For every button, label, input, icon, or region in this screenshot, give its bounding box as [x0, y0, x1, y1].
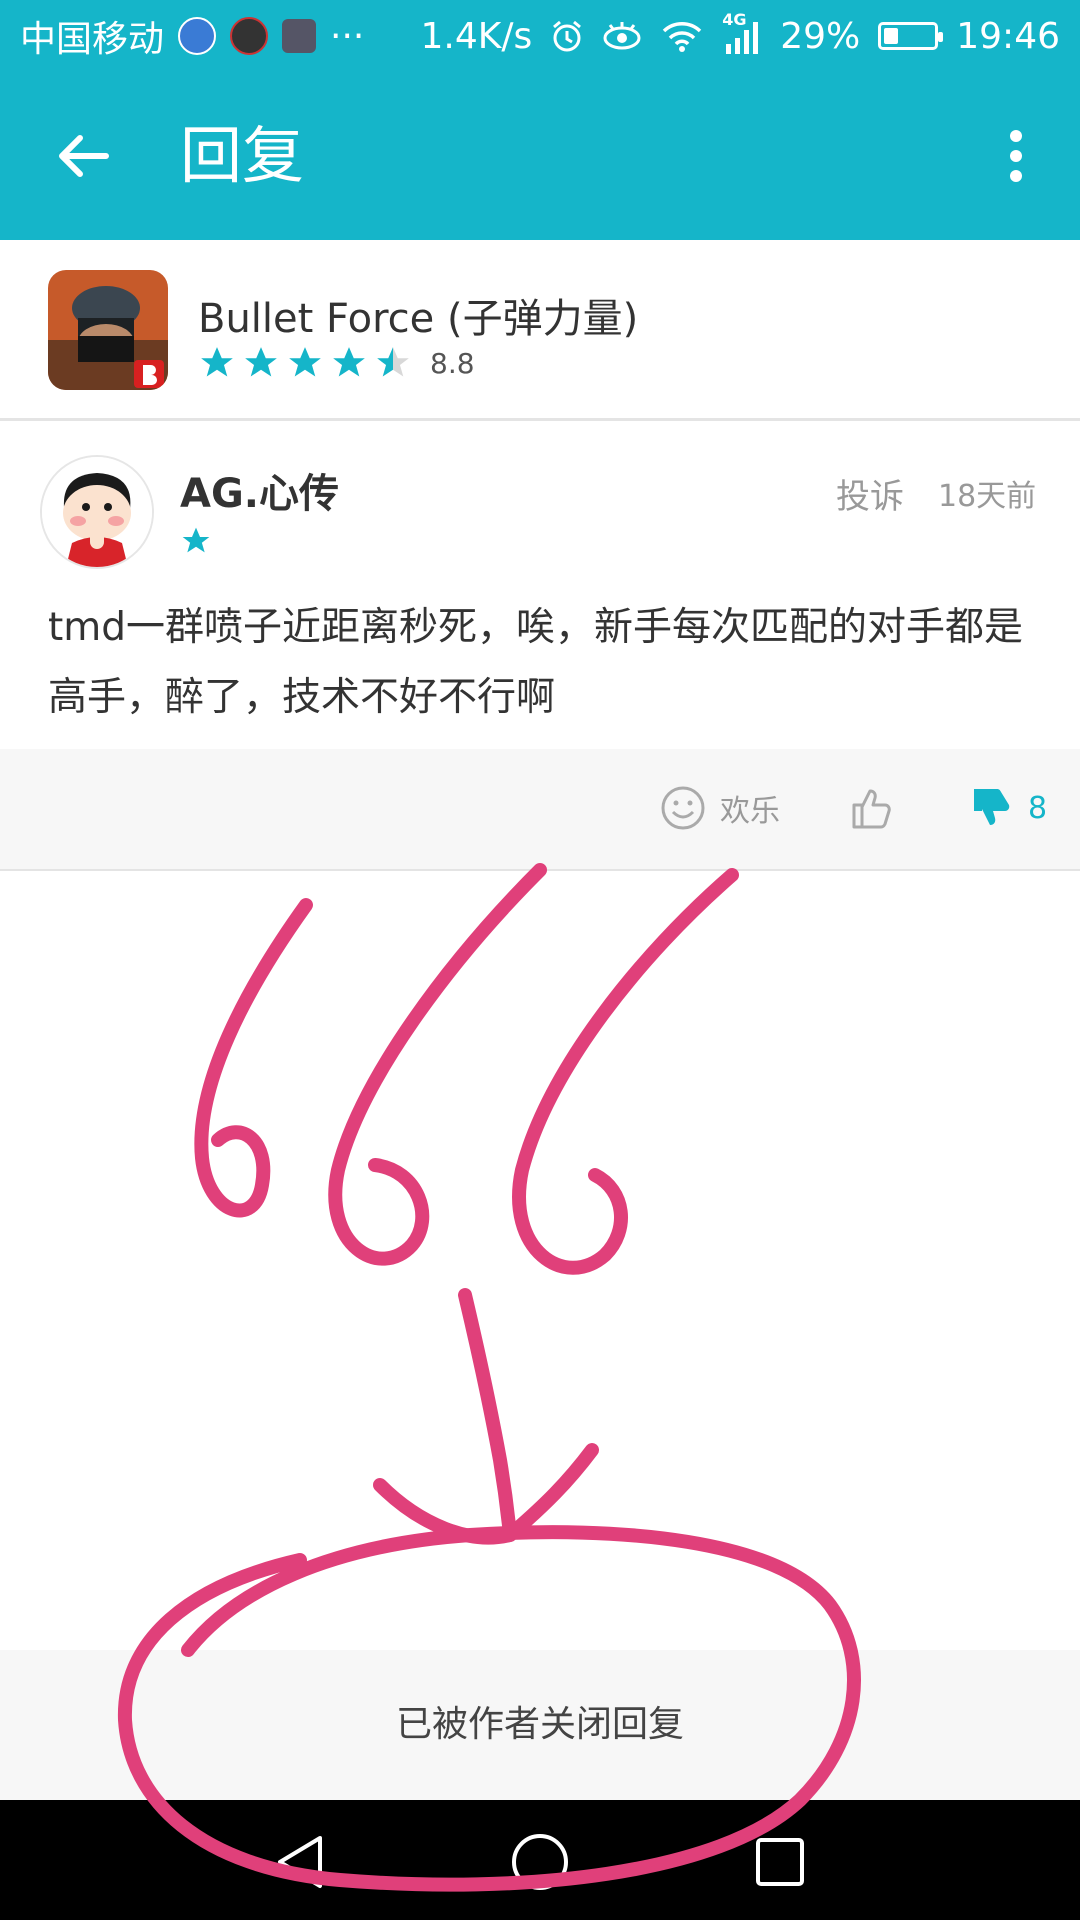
game-notification-icon	[230, 17, 269, 55]
nav-home-icon	[512, 1834, 568, 1890]
nav-recent-button[interactable]	[748, 1830, 812, 1894]
scribble-six-3	[512, 868, 739, 1275]
eye-icon	[603, 22, 641, 50]
thumbs-up-icon	[852, 789, 891, 829]
status-bar: 中国移动 ··· 1.4K/s 4G 29% 19:46	[0, 0, 1080, 72]
dislike-button[interactable]: 8	[968, 785, 1047, 831]
app-notification-icon	[282, 19, 317, 53]
like-button[interactable]	[848, 785, 894, 831]
happy-button[interactable]: 欢乐	[660, 785, 780, 831]
star-icon	[333, 347, 365, 377]
happy-label: 欢乐	[720, 794, 780, 829]
network-speed: 1.4K/s	[420, 15, 533, 57]
more-notifications-icon: ···	[330, 15, 365, 57]
nav-back-button[interactable]	[270, 1830, 334, 1894]
signal-group: 4G	[722, 10, 762, 56]
dislike-count: 8	[1028, 790, 1048, 826]
back-button[interactable]	[44, 116, 124, 196]
alarm-icon	[553, 20, 582, 52]
more-vert-icon	[1010, 130, 1022, 182]
app-card[interactable]: Bullet Force (子弹力量) 8.8	[0, 240, 1080, 421]
clock: 19:46	[956, 15, 1060, 57]
app-rating-value: 8.8	[430, 346, 475, 380]
half-star-icon	[377, 347, 409, 377]
page-title: 回复	[180, 119, 305, 192]
thumbs-down-icon	[974, 789, 1010, 825]
report-link[interactable]: 投诉	[836, 469, 904, 518]
signal-icon	[726, 22, 759, 54]
replies-closed-notice: 已被作者关闭回复	[0, 1650, 1080, 1800]
nav-recent-icon	[756, 1838, 804, 1886]
system-nav-bar	[0, 1800, 1080, 1920]
review-time: 18天前	[938, 479, 1037, 514]
battery-percent: 29%	[780, 15, 861, 57]
review-card: AG.心传 投诉 18天前 tmd一群喷子近距离秒死，唉，新手每次匹配的对手都是…	[0, 421, 1080, 749]
status-left: 中国移动 ···	[20, 0, 364, 72]
review-text: tmd一群喷子近距离秒死，唉，新手每次匹配的对手都是高手，醉了，技术不好不行啊	[48, 605, 1024, 720]
review-actions: 欢乐 8	[0, 749, 1080, 871]
nav-home-button[interactable]	[508, 1830, 572, 1894]
scribble-six-2	[328, 863, 547, 1266]
app-rating-stars: 8.8	[198, 344, 475, 382]
wifi-icon	[663, 22, 702, 52]
status-right: 1.4K/s 4G 29% 19:46	[420, 0, 1060, 72]
back-arrow-icon	[59, 135, 109, 177]
app-name: Bullet Force (子弹力量)	[198, 296, 639, 342]
app-icon	[48, 270, 168, 390]
scribble-six-1	[194, 898, 313, 1218]
more-options-button[interactable]	[988, 116, 1044, 196]
browser-notification-icon	[178, 17, 217, 55]
star-icon	[201, 347, 233, 377]
scribble-arrow-head	[373, 1443, 599, 1545]
smiley-icon	[661, 786, 705, 830]
carrier-label: 中国移动	[20, 19, 165, 60]
battery-fill	[884, 28, 899, 44]
star-icon	[245, 347, 277, 377]
review-username[interactable]: AG.心传	[180, 461, 339, 519]
app-bar: 回复	[0, 72, 1080, 240]
nav-back-icon	[278, 1836, 322, 1888]
user-level-star-icon	[182, 527, 210, 553]
star-icon	[289, 347, 321, 377]
scribble-arrow-shaft	[458, 1288, 517, 1542]
battery-icon	[878, 22, 944, 50]
avatar[interactable]	[40, 455, 154, 569]
